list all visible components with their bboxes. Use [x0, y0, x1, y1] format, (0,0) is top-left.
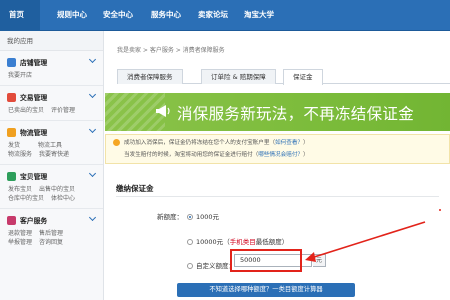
- highlight-box: [230, 249, 302, 272]
- nav-service-center[interactable]: 服务中心: [151, 9, 181, 20]
- headset-icon: [7, 215, 16, 225]
- how-to-check-link[interactable]: 如何查看？: [275, 140, 303, 146]
- nav-home[interactable]: 首页: [9, 9, 24, 20]
- sidebar-header: 我的应用: [0, 31, 103, 51]
- unit-label: 元: [313, 254, 326, 267]
- option-label: 1000元: [196, 213, 220, 221]
- sidebar-group-title: 物流管理: [20, 129, 48, 137]
- trade-icon: [7, 92, 16, 102]
- promo-banner: 消保服务新玩法，不再冻结保证金: [105, 93, 450, 131]
- top-nav: 首页 规则中心 安全中心 服务中心 卖家论坛 淘宝大学: [0, 0, 450, 31]
- sidebar-link[interactable]: 已卖出的宝贝: [8, 107, 44, 114]
- tab-order-insurance[interactable]: 订单险 & 赔期保障: [201, 69, 276, 84]
- radio-10000[interactable]: [187, 239, 193, 245]
- option-1000[interactable]: 1000元: [187, 211, 219, 221]
- nav-rules-center[interactable]: 规则中心: [57, 9, 87, 20]
- truck-icon: [7, 127, 16, 137]
- nav-security-center[interactable]: 安全中心: [103, 9, 133, 20]
- notice-text: ）: [303, 140, 309, 146]
- sidebar-group-logistics[interactable]: 物流管理 发货 物流工具 物流服务 我要寄快递: [0, 121, 103, 165]
- notice-text: 当发生赔付的时候，淘宝将动用您的保证金进行赔付（: [124, 152, 259, 158]
- goods-icon: [7, 171, 16, 181]
- sidebar-link[interactable]: 我要寄快递: [39, 151, 69, 158]
- sidebar-link[interactable]: 发布宝贝: [8, 186, 32, 193]
- sidebar: 我的应用 店铺管理 我要开店 交易管理 已卖出的宝贝 评价管理 物流管理 发货 物流…: [0, 31, 104, 300]
- sidebar-link[interactable]: 退款管理: [8, 230, 32, 237]
- sidebar-link[interactable]: 仓库中的宝贝: [8, 195, 44, 202]
- option-label: 10000元: [196, 238, 224, 246]
- compensation-cases-link[interactable]: 哪些情况会赔付？: [258, 152, 303, 158]
- phone-category-label: 手机类目: [229, 238, 256, 246]
- tab-deposit[interactable]: 保证金: [283, 69, 323, 85]
- calculator-button[interactable]: 不知道选择哪种额度？一类目额度计算器: [177, 283, 355, 297]
- sidebar-link[interactable]: 举报管理: [8, 239, 32, 246]
- tab-bar: 消费者保障服务 订单险 & 赔期保障 保证金: [117, 69, 450, 85]
- sidebar-link[interactable]: 发货: [8, 142, 20, 149]
- sidebar-link[interactable]: 我要开店: [8, 72, 32, 79]
- new-amount-label: 新额度：: [157, 213, 183, 221]
- nav-seller-forum[interactable]: 卖家论坛: [198, 9, 228, 20]
- notice-box: 成功加入消保后，保证金仍将冻结在您个人的支付宝账户里（如何查看？） 当发生赔付的…: [105, 134, 450, 164]
- sidebar-group-title: 宝贝管理: [20, 173, 48, 181]
- sidebar-link[interactable]: 体检中心: [51, 195, 75, 202]
- sidebar-link[interactable]: 物流工具: [38, 142, 62, 149]
- notice-text: ）: [303, 152, 309, 158]
- notice-text: 成功加入消保后，保证金仍将冻结在您个人的支付宝账户里（: [124, 140, 276, 146]
- breadcrumb: 我是卖家 > 客户服务 > 消费者保障服务: [117, 47, 225, 54]
- sidebar-link[interactable]: 出售中的宝贝: [39, 186, 75, 193]
- sidebar-link[interactable]: 评价管理: [51, 107, 75, 114]
- option-10000[interactable]: 10000元（手机类目最低额度）: [187, 236, 288, 246]
- sidebar-group-title: 交易管理: [20, 94, 48, 102]
- sidebar-group-shop[interactable]: 店铺管理 我要开店: [0, 51, 103, 86]
- radio-1000[interactable]: [187, 214, 193, 220]
- sidebar-group-title: 客户服务: [20, 217, 48, 225]
- radio-custom[interactable]: [187, 263, 193, 269]
- sidebar-link[interactable]: 咨询回复: [39, 239, 63, 246]
- nav-taobao-university[interactable]: 淘宝大学: [244, 9, 274, 20]
- shop-icon: [7, 57, 16, 67]
- sidebar-link[interactable]: 售后管理: [39, 230, 63, 237]
- tab-consumer-protection[interactable]: 消费者保障服务: [117, 69, 183, 84]
- option-note: 最低额度）: [255, 238, 289, 246]
- sidebar-group-items[interactable]: 宝贝管理 发布宝贝 出售中的宝贝 仓库中的宝贝 体检中心: [0, 165, 103, 209]
- megaphone-icon: [156, 105, 170, 117]
- option-custom[interactable]: 自定义额度：: [187, 260, 235, 270]
- section-title: 缴纳保证金: [116, 184, 154, 193]
- sidebar-group-trade[interactable]: 交易管理 已卖出的宝贝 评价管理: [0, 86, 103, 121]
- divider: [116, 196, 439, 197]
- sidebar-group-customer-service[interactable]: 客户服务 退款管理 售后管理 举报管理 咨询回复: [0, 209, 103, 252]
- sidebar-link[interactable]: 物流服务: [8, 151, 32, 158]
- banner-text: 消保服务新玩法，不再冻结保证金: [177, 105, 415, 123]
- info-icon: [113, 139, 120, 146]
- sidebar-group-title: 店铺管理: [20, 59, 48, 67]
